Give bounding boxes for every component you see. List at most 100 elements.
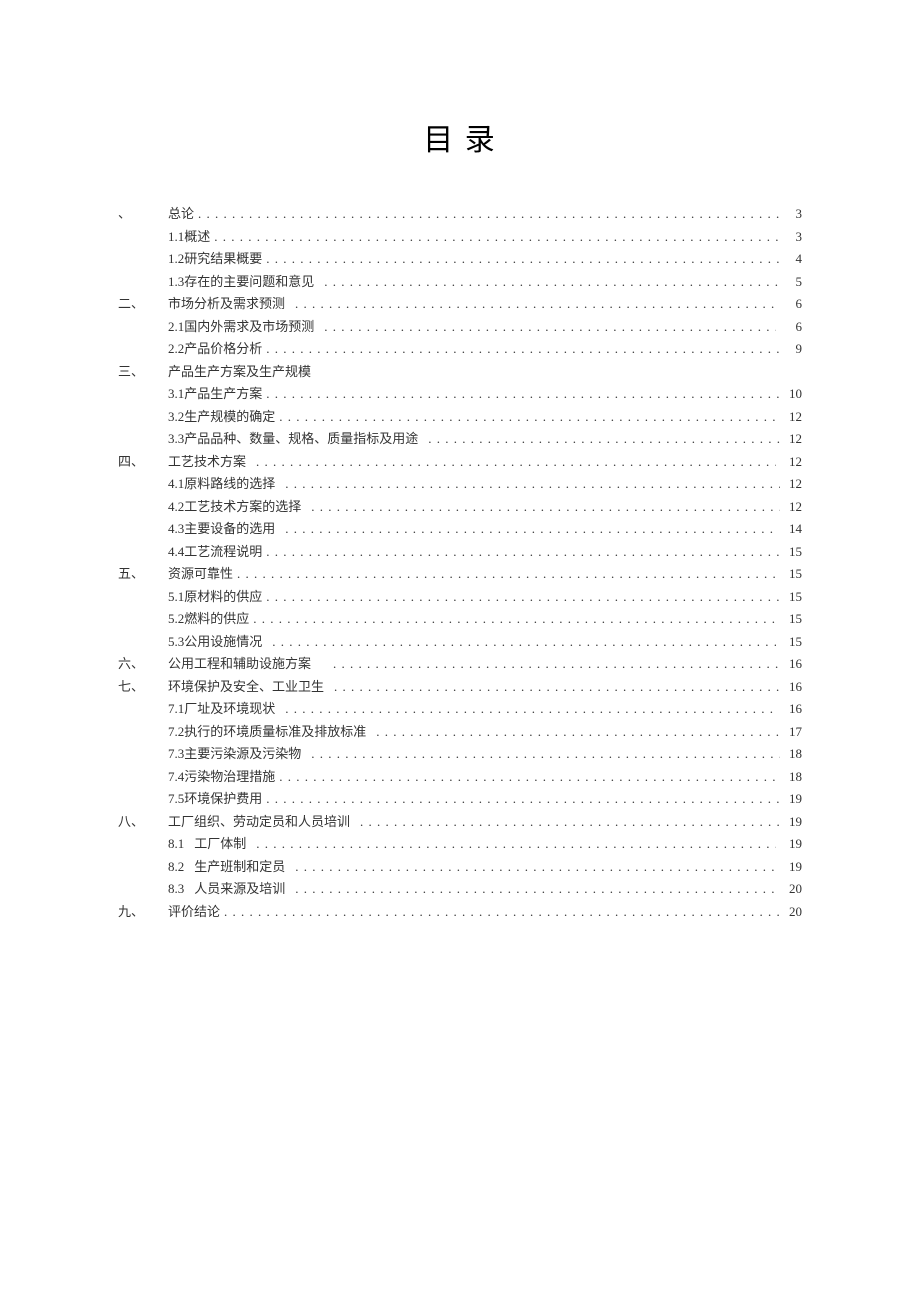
dot-leader bbox=[266, 590, 780, 603]
entry-label: 2.1国内外需求及市场预测 bbox=[168, 320, 314, 333]
entry-label: 7.1厂址及环境现状 bbox=[168, 702, 275, 715]
entry-label: 生产班制和定员 bbox=[194, 860, 285, 873]
dot-leader bbox=[279, 770, 780, 783]
page-number: 12 bbox=[784, 432, 802, 445]
dot-leader bbox=[256, 837, 776, 850]
page-number: 16 bbox=[784, 680, 802, 693]
entry-label: 评价结论 bbox=[168, 905, 220, 918]
entry-label: 公用工程和辅助设施方案 bbox=[168, 657, 311, 670]
toc-entry: 五、资源可靠性 15 bbox=[118, 567, 802, 580]
page-number: 12 bbox=[784, 477, 802, 490]
entry-label: 5.2燃料的供应 bbox=[168, 612, 249, 625]
entry-label: 7.3主要污染源及污染物 bbox=[168, 747, 301, 760]
page-number: 12 bbox=[784, 410, 802, 423]
entry-label: 1.2研究结果概要 bbox=[168, 252, 262, 265]
entry-label: 3.1产品生产方案 bbox=[168, 387, 262, 400]
page-number: 15 bbox=[784, 545, 802, 558]
dot-leader bbox=[360, 815, 780, 828]
page-number: 20 bbox=[784, 882, 802, 895]
entry-label: 市场分析及需求预测 bbox=[168, 297, 285, 310]
chapter-number: 五、 bbox=[118, 567, 168, 580]
sub-number: 8.1 bbox=[168, 837, 184, 850]
toc-entry: 1.3存在的主要问题和意见 5 bbox=[118, 275, 802, 288]
dot-leader bbox=[295, 297, 780, 310]
toc-entry: 、总论3 bbox=[118, 207, 802, 220]
toc-entry: 5.3公用设施情况 15 bbox=[118, 635, 802, 648]
page-number: 19 bbox=[784, 792, 802, 805]
dot-leader bbox=[272, 635, 776, 648]
chapter-number: 六、 bbox=[118, 657, 168, 670]
page-number: 19 bbox=[784, 860, 802, 873]
page-number: 6 bbox=[784, 320, 802, 333]
page-number: 15 bbox=[784, 567, 802, 580]
dot-leader bbox=[253, 612, 780, 625]
entry-label: 4.3主要设备的选用 bbox=[168, 522, 275, 535]
page-number: 18 bbox=[784, 770, 802, 783]
entry-label: 7.4污染物治理措施 bbox=[168, 770, 275, 783]
page-number: 17 bbox=[784, 725, 802, 738]
page-number: 18 bbox=[784, 747, 802, 760]
dot-leader bbox=[333, 657, 780, 670]
chapter-number: 三、 bbox=[118, 365, 168, 378]
toc-entry: 8.3人员来源及培训20 bbox=[118, 882, 802, 895]
dot-leader bbox=[266, 792, 780, 805]
dot-leader bbox=[324, 320, 776, 333]
toc-list: 、总论31.1概述31.2研究结果概要41.3存在的主要问题和意见5二、市场分析… bbox=[118, 207, 802, 918]
dot-leader bbox=[376, 725, 780, 738]
toc-entry: 七、环境保护及安全、工业卫生16 bbox=[118, 680, 802, 693]
entry-label: 3.2生产规模的确定 bbox=[168, 410, 275, 423]
page-number: 3 bbox=[784, 230, 802, 243]
toc-entry: 六、公用工程和辅助设施方案16 bbox=[118, 657, 802, 670]
entry-label: 资源可靠性 bbox=[168, 567, 233, 580]
toc-entry: 三、产品生产方案及生产规模 bbox=[118, 365, 802, 378]
page-number: 19 bbox=[784, 815, 802, 828]
toc-entry: 7.2执行的环境质量标准及排放标准 17 bbox=[118, 725, 802, 738]
dot-leader bbox=[285, 522, 776, 535]
sub-number: 8.2 bbox=[168, 860, 184, 873]
dot-leader bbox=[334, 680, 780, 693]
page-number: 6 bbox=[784, 297, 802, 310]
toc-entry: 7.3主要污染源及污染物 18 bbox=[118, 747, 802, 760]
dot-leader bbox=[198, 207, 780, 220]
toc-entry: 7.5环境保护费用19 bbox=[118, 792, 802, 805]
toc-entry: 7.1厂址及环境现状 16 bbox=[118, 702, 802, 715]
toc-entry: 4.4工艺流程说明 15 bbox=[118, 545, 802, 558]
page-number: 15 bbox=[784, 635, 802, 648]
dot-leader bbox=[279, 410, 780, 423]
entry-label: 总论 bbox=[168, 207, 194, 220]
page-number: 5 bbox=[784, 275, 802, 288]
toc-entry: 二、市场分析及需求预测6 bbox=[118, 297, 802, 310]
entry-label: 产品生产方案及生产规模 bbox=[168, 365, 311, 378]
toc-entry: 5.2燃料的供应15 bbox=[118, 612, 802, 625]
dot-leader bbox=[266, 545, 780, 558]
toc-entry: 2.1国内外需求及市场预测 6 bbox=[118, 320, 802, 333]
entry-label: 1.3存在的主要问题和意见 bbox=[168, 275, 314, 288]
dot-leader bbox=[214, 230, 780, 243]
page-number: 16 bbox=[784, 702, 802, 715]
dot-leader bbox=[266, 252, 780, 265]
toc-entry: 4.1原料路线的选择12 bbox=[118, 477, 802, 490]
dot-leader bbox=[324, 275, 780, 288]
dot-leader bbox=[266, 342, 780, 355]
dot-leader bbox=[285, 702, 776, 715]
dot-leader bbox=[256, 455, 776, 468]
entry-label: 工艺技术方案 bbox=[168, 455, 246, 468]
page-number: 19 bbox=[784, 837, 802, 850]
toc-entry: 九、评价结论20 bbox=[118, 905, 802, 918]
entry-label: 7.2执行的环境质量标准及排放标准 bbox=[168, 725, 366, 738]
dot-leader bbox=[237, 567, 780, 580]
toc-entry: 4.2工艺技术方案的选择12 bbox=[118, 500, 802, 513]
entry-label: 环境保护及安全、工业卫生 bbox=[168, 680, 324, 693]
dot-leader bbox=[285, 477, 780, 490]
page-number: 12 bbox=[784, 500, 802, 513]
entry-label: 4.4工艺流程说明 bbox=[168, 545, 262, 558]
entry-label: 3.3产品品种、数量、规格、质量指标及用途 bbox=[168, 432, 418, 445]
toc-entry: 2.2产品价格分析9 bbox=[118, 342, 802, 355]
dot-leader bbox=[295, 882, 780, 895]
toc-entry: 5.1原材料的供应15 bbox=[118, 590, 802, 603]
entry-label: 5.3公用设施情况 bbox=[168, 635, 262, 648]
dot-leader bbox=[224, 905, 780, 918]
entry-label: 工厂体制 bbox=[194, 837, 246, 850]
toc-entry: 四、工艺技术方案12 bbox=[118, 455, 802, 468]
entry-label: 1.1概述 bbox=[168, 230, 210, 243]
